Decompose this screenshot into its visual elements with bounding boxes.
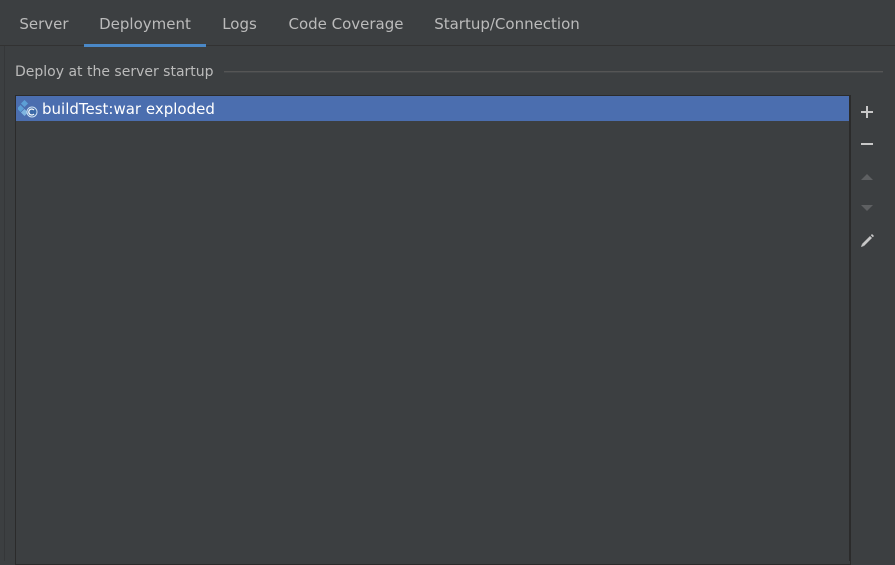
plus-icon — [861, 106, 873, 118]
group-separator — [224, 71, 883, 73]
artifact-war-exploded-icon — [16, 99, 38, 118]
arrow-down-icon — [861, 205, 873, 211]
tab-startup-connection[interactable]: Startup/Connection — [419, 0, 595, 46]
panel-left-edge — [0, 46, 5, 561]
list-item-label: buildTest:war exploded — [42, 100, 215, 118]
pencil-icon — [861, 234, 874, 247]
tab-bar: Server Deployment Logs Code Coverage Sta… — [0, 0, 895, 47]
group-title: Deploy at the server startup — [15, 64, 214, 80]
move-up-button[interactable] — [855, 165, 879, 189]
tab-logs[interactable]: Logs — [206, 0, 273, 46]
tab-server[interactable]: Server — [5, 0, 83, 46]
tab-code-coverage[interactable]: Code Coverage — [273, 0, 419, 46]
arrow-up-icon — [861, 174, 873, 180]
list-toolbar — [851, 96, 883, 561]
deployment-list[interactable]: buildTest:war exploded — [16, 96, 850, 561]
move-down-button[interactable] — [855, 196, 879, 220]
remove-button[interactable] — [855, 132, 879, 156]
add-button[interactable] — [855, 100, 879, 124]
minus-icon — [861, 143, 873, 145]
list-item[interactable]: buildTest:war exploded — [16, 96, 849, 121]
tab-deployment[interactable]: Deployment — [84, 0, 206, 47]
edit-button[interactable] — [855, 229, 879, 253]
